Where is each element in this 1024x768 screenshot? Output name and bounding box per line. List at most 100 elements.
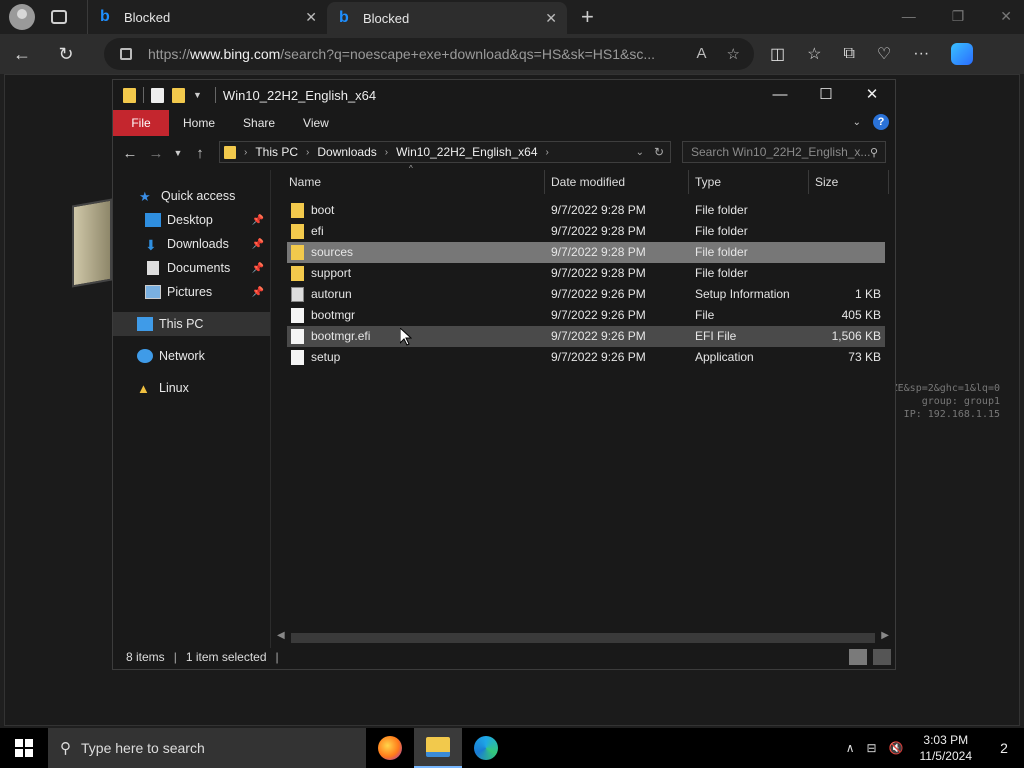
- file-date-modified: 9/7/2022 9:28 PM: [551, 266, 646, 280]
- recent-locations-icon[interactable]: ▼: [169, 148, 187, 158]
- pin-icon[interactable]: 📌: [252, 215, 264, 226]
- nav-quick-access[interactable]: ★ Quick access: [113, 184, 270, 208]
- tab-view[interactable]: View: [289, 116, 343, 130]
- navigation-pane: ★ Quick access Desktop 📌 ⬇ Downloads 📌 D…: [113, 170, 271, 648]
- taskbar-search-box[interactable]: ⚲ Type here to search: [48, 728, 366, 768]
- maximize-icon[interactable]: ☐: [803, 80, 849, 110]
- file-type: File folder: [695, 203, 748, 217]
- volume-muted-icon[interactable]: 🔇: [889, 741, 904, 755]
- file-row[interactable]: bootmgr.efi 9/7/2022 9:26 PM EFI File 1,506…: [287, 326, 885, 347]
- taskbar-clock[interactable]: 3:03 PM 11/5/2024: [920, 732, 973, 764]
- file-icon: [291, 329, 304, 344]
- address-history-icon[interactable]: ⌄: [636, 147, 644, 158]
- column-name[interactable]: Name: [283, 170, 545, 194]
- column-type[interactable]: Type: [689, 170, 809, 194]
- column-size[interactable]: Size: [809, 170, 889, 194]
- help-icon[interactable]: ?: [873, 114, 889, 130]
- pin-icon[interactable]: 📌: [252, 287, 264, 298]
- file-size: 405 KB: [841, 308, 881, 322]
- split-screen-icon[interactable]: ◫: [770, 44, 785, 64]
- favorites-icon[interactable]: ☆: [807, 44, 821, 64]
- nav-downloads[interactable]: ⬇ Downloads 📌: [113, 232, 270, 256]
- show-hidden-icons-icon[interactable]: ∧: [846, 741, 855, 755]
- search-input[interactable]: Search Win10_22H2_English_x... ⚲: [682, 141, 886, 163]
- properties-icon[interactable]: [151, 87, 164, 103]
- nav-network[interactable]: Network: [113, 344, 270, 368]
- up-icon[interactable]: ↑: [187, 145, 213, 162]
- profile-avatar[interactable]: [9, 4, 35, 30]
- close-tab-icon[interactable]: ✕: [545, 10, 557, 27]
- refresh-icon[interactable]: ↻: [44, 44, 88, 65]
- nav-documents[interactable]: Documents 📌: [113, 256, 270, 280]
- lock-icon[interactable]: [120, 48, 132, 60]
- close-icon[interactable]: ✕: [1000, 8, 1012, 25]
- browser-essentials-icon[interactable]: ♡: [877, 44, 891, 64]
- file-row[interactable]: efi 9/7/2022 9:28 PM File folder: [287, 221, 885, 242]
- close-icon[interactable]: ✕: [849, 80, 895, 110]
- ribbon-tabs: File Home Share View ⌄ ?: [113, 110, 895, 136]
- details-view-icon[interactable]: [849, 649, 867, 665]
- back-icon[interactable]: ←: [0, 44, 44, 65]
- pin-icon[interactable]: 📌: [252, 239, 264, 250]
- close-tab-icon[interactable]: ✕: [305, 9, 317, 26]
- nav-desktop[interactable]: Desktop 📌: [113, 208, 270, 232]
- scroll-left-icon[interactable]: ◀: [277, 630, 285, 641]
- favorite-star-icon[interactable]: ☆: [727, 45, 740, 63]
- breadcrumb-this-pc[interactable]: This PC: [255, 145, 298, 159]
- more-menu-icon[interactable]: ···: [913, 45, 929, 63]
- collections-icon[interactable]: ⧉: [843, 45, 854, 63]
- file-row[interactable]: support 9/7/2022 9:28 PM File folder: [287, 263, 885, 284]
- tab-share[interactable]: Share: [229, 116, 289, 130]
- tab-file[interactable]: File: [113, 110, 169, 136]
- scroll-right-icon[interactable]: ▶: [881, 630, 889, 641]
- navigation-row: ← → ▼ ↑ › This PC › Downloads › Win10_22…: [113, 136, 895, 170]
- breadcrumb-downloads[interactable]: Downloads: [317, 145, 376, 159]
- refresh-icon[interactable]: ↻: [654, 145, 664, 159]
- nav-linux[interactable]: ▲ Linux: [113, 376, 270, 400]
- new-folder-icon[interactable]: [172, 87, 185, 103]
- clock-time: 3:03 PM: [923, 733, 969, 747]
- network-status-icon[interactable]: ⊟: [866, 741, 876, 755]
- breadcrumb-current[interactable]: Win10_22H2_English_x64: [396, 145, 537, 159]
- desktop-shortcut-icon[interactable]: [72, 198, 112, 288]
- file-row[interactable]: setup 9/7/2022 9:26 PM Application 73 KB: [287, 347, 885, 368]
- read-aloud-icon[interactable]: A: [697, 45, 707, 63]
- nav-pictures[interactable]: Pictures 📌: [113, 280, 270, 304]
- browser-tab-1[interactable]: b Blocked ✕: [87, 0, 327, 34]
- start-button[interactable]: [0, 728, 48, 768]
- customize-quick-access-icon[interactable]: ▼: [193, 90, 202, 100]
- search-icon[interactable]: ⚲: [870, 146, 878, 159]
- forward-icon[interactable]: →: [143, 145, 169, 162]
- large-icons-view-icon[interactable]: [873, 649, 891, 665]
- file-row[interactable]: boot 9/7/2022 9:28 PM File folder: [287, 200, 885, 221]
- nav-this-pc[interactable]: This PC: [113, 312, 270, 336]
- tab-actions-icon[interactable]: [51, 10, 67, 24]
- tab-title: Blocked: [363, 10, 410, 26]
- new-tab-button[interactable]: +: [581, 4, 594, 30]
- taskbar-file-explorer[interactable]: [414, 728, 462, 768]
- file-row[interactable]: sources 9/7/2022 9:28 PM File folder: [287, 242, 885, 263]
- minimize-icon[interactable]: —: [902, 8, 916, 25]
- back-icon[interactable]: ←: [117, 145, 143, 162]
- file-row[interactable]: bootmgr 9/7/2022 9:26 PM File 405 KB: [287, 305, 885, 326]
- taskbar-firefox[interactable]: [366, 728, 414, 768]
- address-bar[interactable]: https://www.bing.com/search?q=noescape+e…: [104, 38, 754, 70]
- scrollbar-thumb[interactable]: [291, 633, 875, 643]
- restore-icon[interactable]: ❐: [952, 8, 965, 25]
- notification-center-icon[interactable]: 2: [984, 728, 1024, 768]
- browser-tab-2[interactable]: b Blocked ✕: [327, 2, 567, 34]
- file-row[interactable]: autorun 9/7/2022 9:26 PM Setup Information…: [287, 284, 885, 305]
- horizontal-scrollbar[interactable]: ◀ ▶: [271, 628, 895, 646]
- minimize-icon[interactable]: —: [757, 80, 803, 110]
- column-date-modified[interactable]: Date modified: [545, 170, 689, 194]
- taskbar-edge[interactable]: [462, 728, 510, 768]
- expand-ribbon-icon[interactable]: ⌄: [853, 117, 861, 128]
- pin-icon[interactable]: 📌: [252, 263, 264, 274]
- tab-home[interactable]: Home: [169, 116, 229, 130]
- download-icon: ⬇: [145, 237, 157, 253]
- url-prefix: https://: [148, 46, 191, 62]
- copilot-icon[interactable]: [951, 43, 974, 65]
- browser-tab-bar: b Blocked ✕ b Blocked ✕ + — ❐ ✕: [0, 0, 1024, 34]
- folder-icon: [291, 245, 304, 260]
- breadcrumb[interactable]: › This PC › Downloads › Win10_22H2_Engli…: [219, 141, 671, 163]
